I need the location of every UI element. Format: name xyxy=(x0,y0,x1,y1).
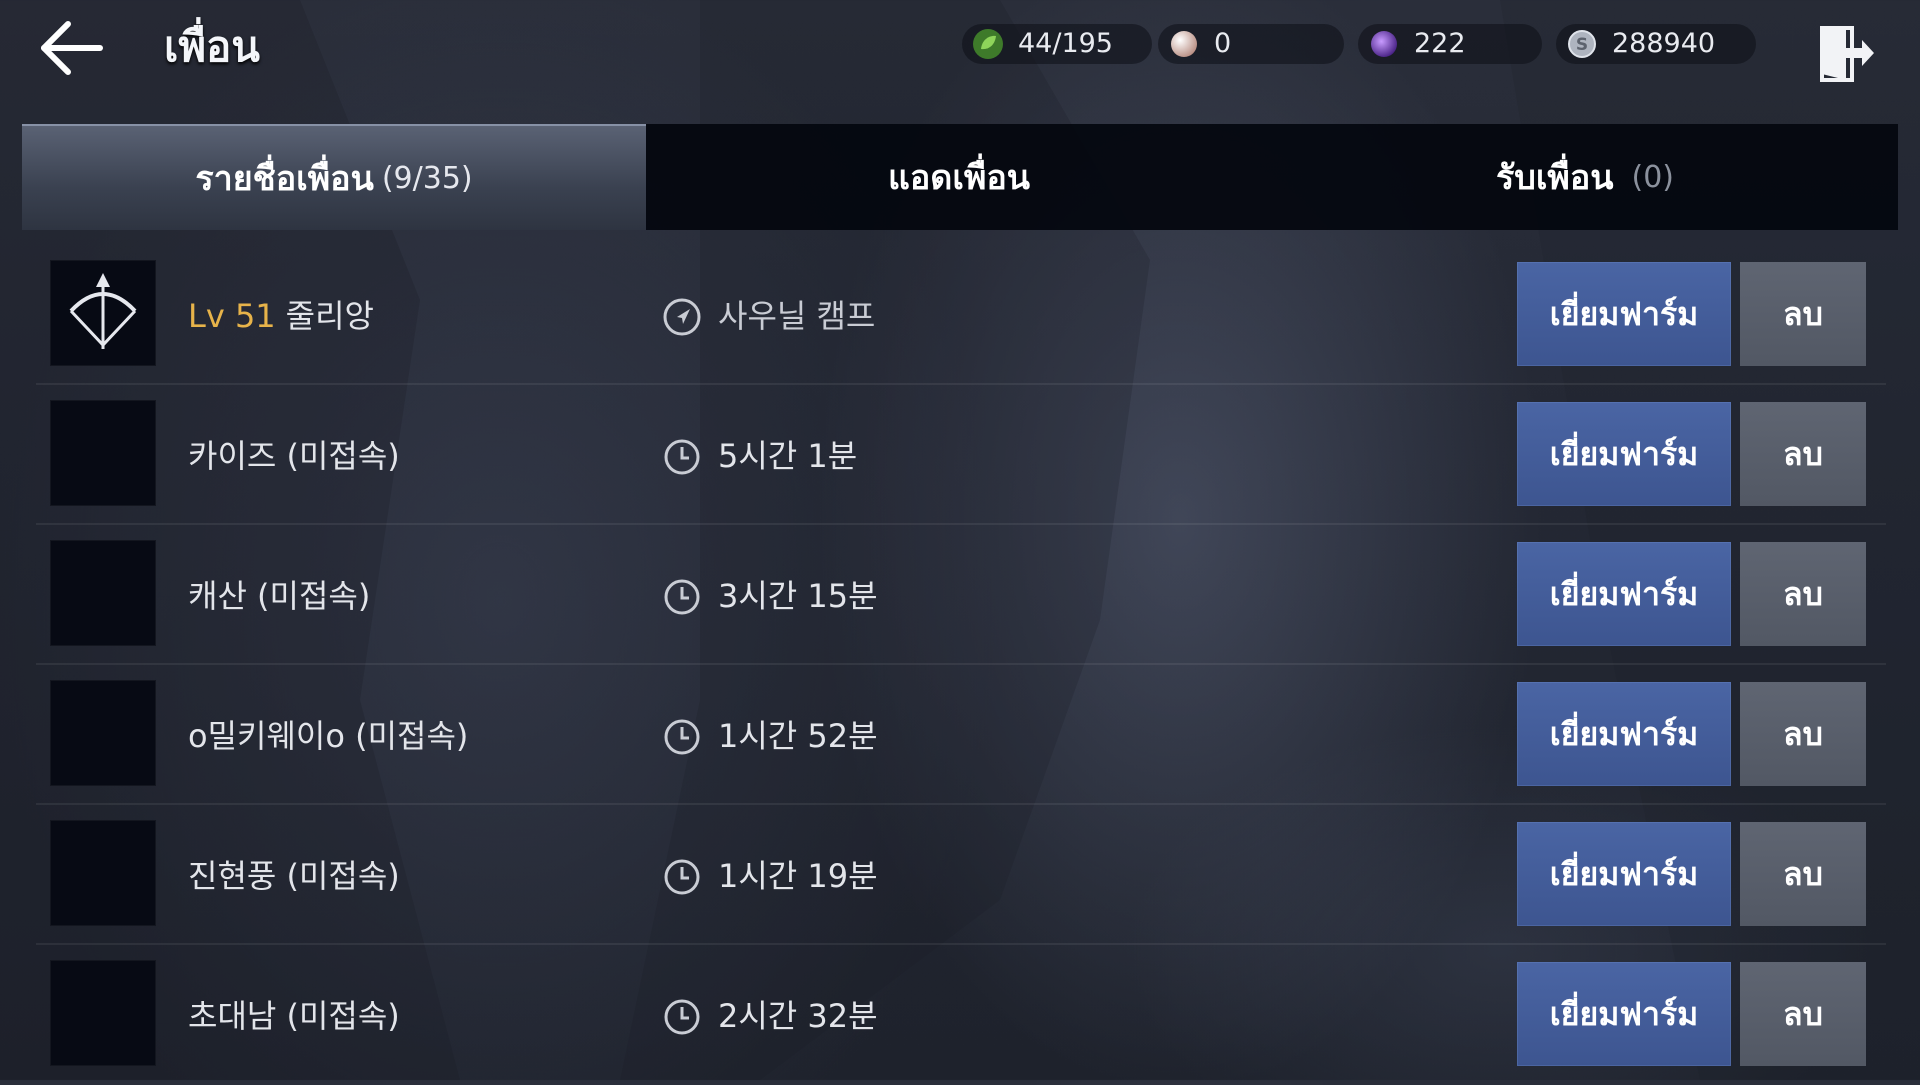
green-leaf-icon xyxy=(973,29,1003,59)
friend-name: 캐산 (미접속) xyxy=(188,577,371,615)
tab-add-friend-label: แอดเพื่อน xyxy=(887,158,1031,198)
friend-name-text: 줄리앙 xyxy=(285,297,374,335)
pearl-icon xyxy=(1171,31,1197,57)
top-bar: เพื่อน 44/195 0 222 S 288940 xyxy=(0,0,1920,110)
exit-button[interactable] xyxy=(1816,24,1876,84)
delete-friend-button[interactable]: ลบ xyxy=(1740,682,1866,786)
friend-row: 초대남 (미접속) 2시간 32분 เยี่ยมฟาร์ม ลบ xyxy=(36,945,1886,1085)
tab-friend-requests-count: (0) xyxy=(1631,159,1675,195)
currency-gem[interactable]: 222 xyxy=(1358,24,1542,64)
friend-row: 캐산 (미접속) 3시간 15분 เยี่ยมฟาร์ม ลบ xyxy=(36,525,1886,665)
friend-name: 진현풍 (미접속) xyxy=(188,857,400,895)
gem-value: 222 xyxy=(1414,28,1466,59)
last-online-time: 1시간 52분 xyxy=(718,717,878,755)
friend-row: Lv 51 줄리앙 사우닐 캠프 เยี่ยมฟาร์ม ลบ xyxy=(36,245,1886,385)
tab-add-friend[interactable]: แอดเพื่อน xyxy=(646,124,1272,230)
stamina-value: 44/195 xyxy=(1018,28,1113,59)
delete-friend-button[interactable]: ลบ xyxy=(1740,542,1866,646)
delete-friend-button[interactable]: ลบ xyxy=(1740,402,1866,506)
friend-row: 카이즈 (미접속) 5시간 1분 เยี่ยมฟาร์ม ลบ xyxy=(36,385,1886,525)
visit-farm-button[interactable]: เยี่ยมฟาร์ม xyxy=(1517,682,1731,786)
friend-name: 초대남 (미접속) xyxy=(188,997,400,1035)
avatar[interactable] xyxy=(50,680,156,786)
visit-farm-button[interactable]: เยี่ยมฟาร์ม xyxy=(1517,962,1731,1066)
avatar[interactable] xyxy=(50,540,156,646)
clock-icon xyxy=(664,439,700,475)
page-title: เพื่อน xyxy=(164,22,260,71)
tab-friend-list[interactable]: รายชื่อเพื่อน (9/35) xyxy=(22,124,646,230)
clock-icon xyxy=(664,719,700,755)
bow-class-icon xyxy=(69,273,137,349)
friend-level: Lv 51 xyxy=(188,297,276,335)
friend-name: o밀키웨이o (미접속) xyxy=(188,717,469,755)
avatar[interactable] xyxy=(50,400,156,506)
avatar[interactable] xyxy=(50,960,156,1066)
friend-name: 카이즈 (미접속) xyxy=(188,437,400,475)
avatar[interactable] xyxy=(50,260,156,366)
visit-farm-button[interactable]: เยี่ยมฟาร์ม xyxy=(1517,542,1731,646)
tab-friend-requests-label: รับเพื่อน xyxy=(1495,158,1614,198)
delete-friend-button[interactable]: ลบ xyxy=(1740,262,1866,366)
currency-stamina[interactable]: 44/195 xyxy=(962,24,1152,64)
currency-silver[interactable]: S 288940 xyxy=(1556,24,1756,64)
back-arrow-icon xyxy=(41,21,103,75)
clock-icon xyxy=(664,859,700,895)
exit-door-icon xyxy=(1820,26,1874,82)
last-online-time: 1시간 19분 xyxy=(718,857,878,895)
tab-bar: รายชื่อเพื่อน (9/35) แอดเพื่อน รับเพื่อน… xyxy=(22,124,1898,230)
clock-icon xyxy=(664,999,700,1035)
delete-friend-button[interactable]: ลบ xyxy=(1740,962,1866,1066)
friend-location: 사우닐 캠프 xyxy=(718,297,876,335)
visit-farm-button[interactable]: เยี่ยมฟาร์ม xyxy=(1517,402,1731,506)
tab-friend-list-label: รายชื่อเพื่อน xyxy=(195,159,374,199)
location-compass-icon xyxy=(663,298,701,336)
friend-name: Lv 51 줄리앙 xyxy=(188,291,374,337)
delete-friend-button[interactable]: ลบ xyxy=(1740,822,1866,926)
svg-text:S: S xyxy=(1576,35,1588,55)
last-online-time: 3시간 15분 xyxy=(718,577,878,615)
friend-row: o밀키웨이o (미접속) 1시간 52분 เยี่ยมฟาร์ม ลบ xyxy=(36,665,1886,805)
visit-farm-button[interactable]: เยี่ยมฟาร์ม xyxy=(1517,822,1731,926)
pearl-value: 0 xyxy=(1214,28,1232,59)
visit-farm-button[interactable]: เยี่ยมฟาร์ม xyxy=(1517,262,1731,366)
tab-friend-list-count: (9/35) xyxy=(381,160,473,196)
friend-row: 진현풍 (미접속) 1시간 19분 เยี่ยมฟาร์ม ลบ xyxy=(36,805,1886,945)
back-button[interactable] xyxy=(38,18,108,78)
last-online-time: 2시간 32분 xyxy=(718,997,878,1035)
currency-pearl[interactable]: 0 xyxy=(1158,24,1344,64)
silver-value: 288940 xyxy=(1612,28,1716,59)
clock-icon xyxy=(664,579,700,615)
silver-coin-icon: S xyxy=(1568,30,1596,58)
purple-orb-icon xyxy=(1371,31,1397,57)
tab-friend-requests[interactable]: รับเพื่อน (0) xyxy=(1272,124,1898,230)
avatar[interactable] xyxy=(50,820,156,926)
last-online-time: 5시간 1분 xyxy=(718,437,858,475)
